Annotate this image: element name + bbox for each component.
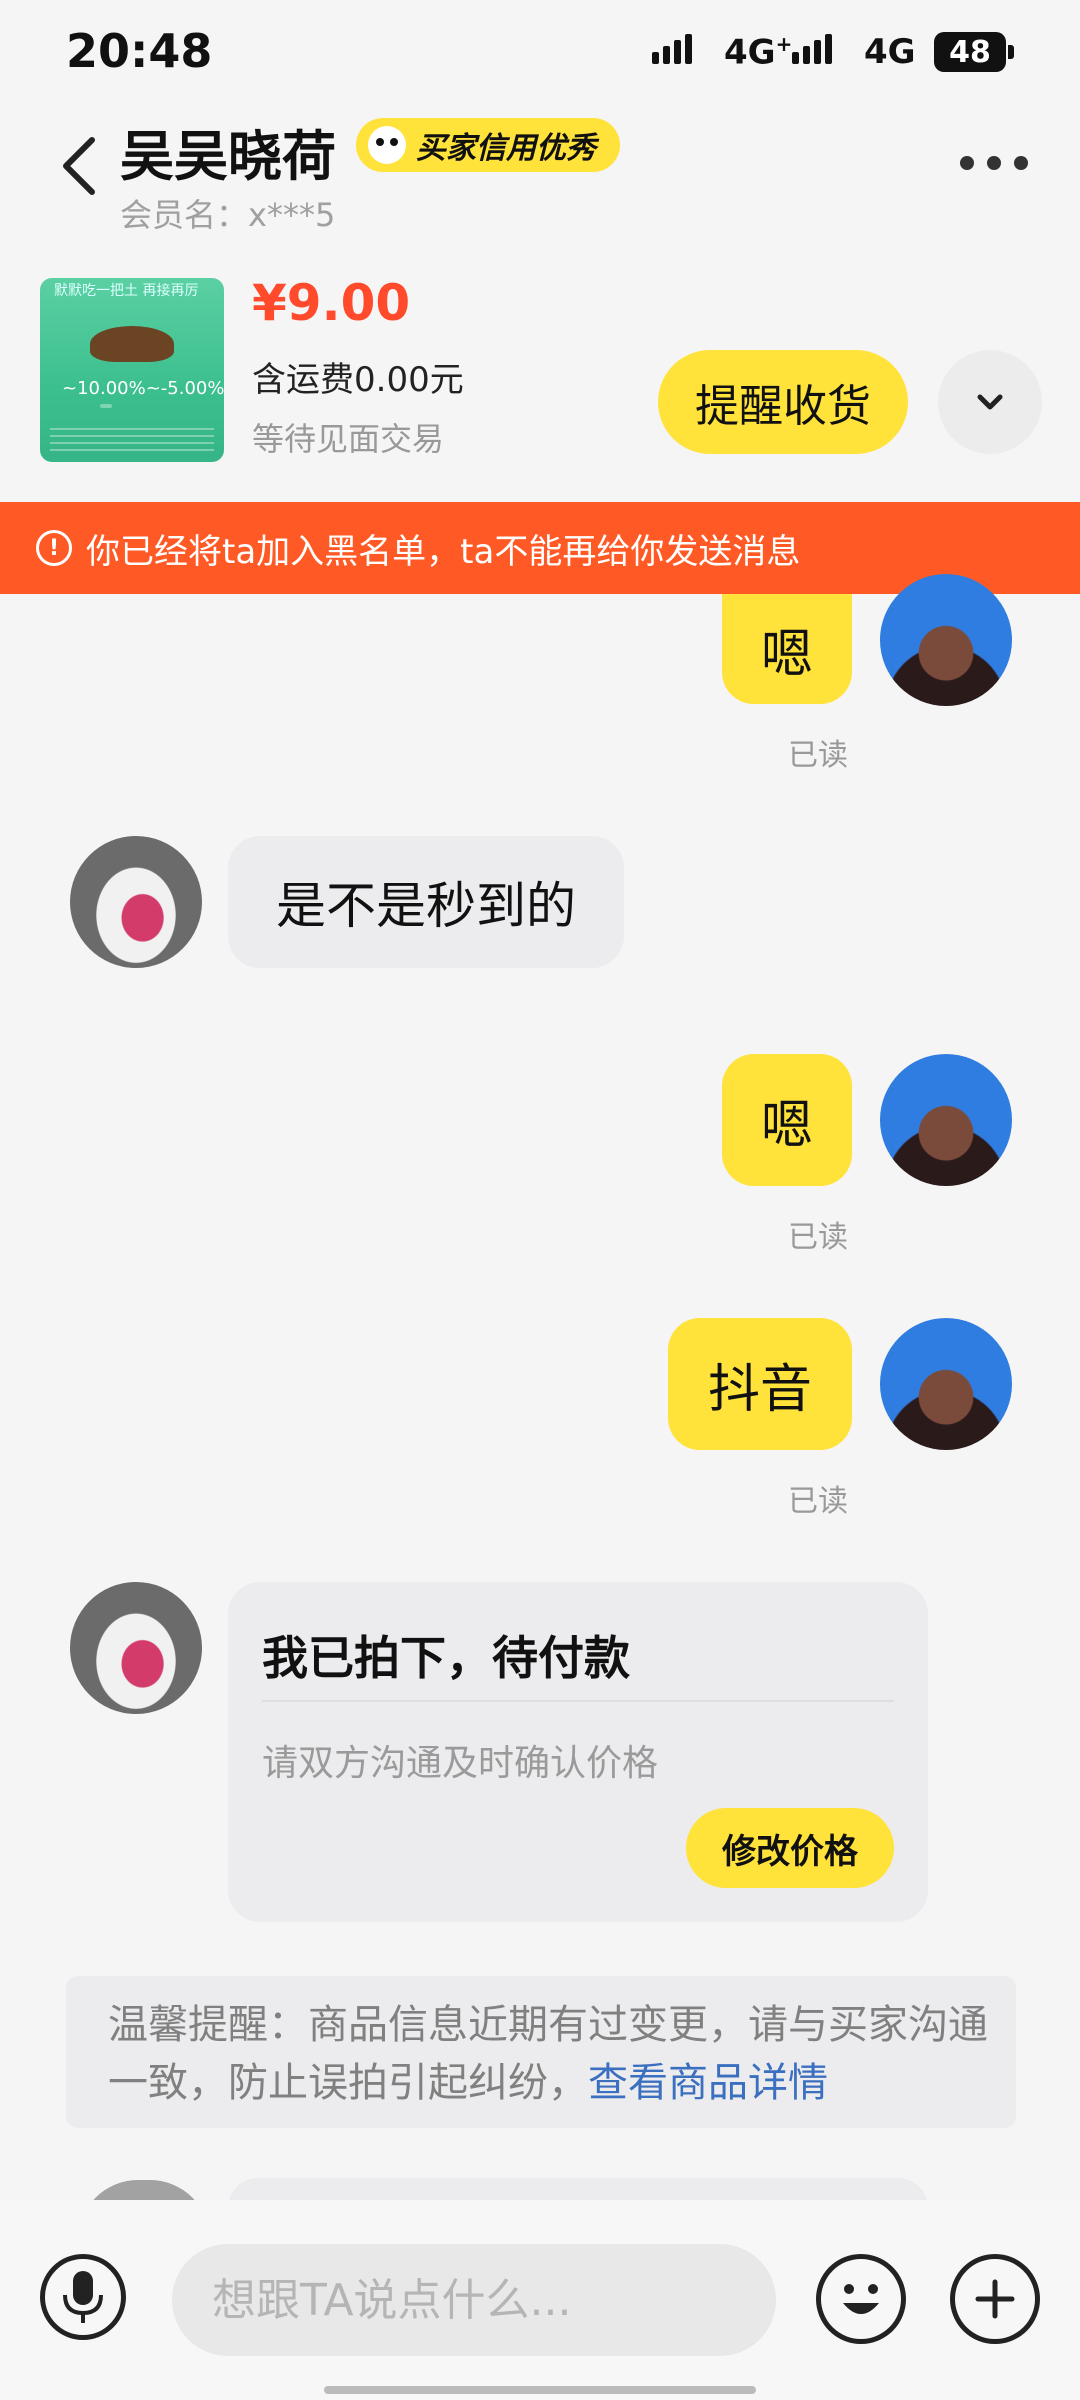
product-price: ¥9.00: [252, 274, 411, 332]
product-image-tag: [100, 404, 112, 408]
chevron-down-icon: [977, 394, 1003, 410]
product-image-percent: ~10.00%~-5.00%: [62, 378, 224, 399]
more-options-icon[interactable]: [960, 156, 1028, 170]
tip-body: 温馨提醒：商品信息近期有过变更，请与买家沟通一致，防止误拍引起纠纷，: [108, 2002, 988, 2106]
network-label-2: 4G: [864, 32, 916, 72]
modify-price-button[interactable]: 修改价格: [686, 1808, 894, 1888]
signal-icon-2: [792, 34, 832, 64]
product-image-text-lines: [50, 428, 214, 452]
emoji-icon[interactable]: [816, 2254, 906, 2344]
order-card-divider: [262, 1700, 894, 1702]
dirt-pile-graphic: [90, 326, 174, 362]
microphone-icon[interactable]: [40, 2254, 126, 2340]
order-card-title: 我已拍下，待付款: [262, 1631, 630, 1685]
network-label-1: 4G+: [724, 32, 793, 73]
credit-badge-label: 买家信用优秀: [416, 131, 596, 166]
avatar-me[interactable]: [880, 1318, 1012, 1450]
avatar-me[interactable]: [880, 574, 1012, 706]
product-image[interactable]: 默默吃一把土 再接再厉 ~10.00%~-5.00%: [40, 278, 224, 462]
member-name: 会员名：x***5: [120, 196, 336, 234]
read-receipt: 已读: [788, 738, 848, 773]
signal-icon: [652, 34, 692, 64]
expand-button[interactable]: [938, 350, 1042, 454]
order-card-subtitle: 请双方沟通及时确认价格: [262, 1743, 659, 1784]
product-image-caption: 默默吃一把土 再接再厉: [54, 283, 199, 299]
view-product-detail-link[interactable]: 查看商品详情: [588, 2060, 828, 2106]
read-receipt: 已读: [788, 1220, 848, 1255]
credit-face-icon: [368, 126, 406, 164]
tip-text: 温馨提醒：商品信息近期有过变更，请与买家沟通一致，防止误拍引起纠纷，查看商品详情: [108, 1996, 988, 2112]
avatar-other[interactable]: [70, 836, 202, 968]
battery-icon: 48: [934, 32, 1014, 72]
home-indicator[interactable]: [324, 2386, 756, 2394]
avatar-me[interactable]: [880, 1054, 1012, 1186]
alert-circle-icon: !: [36, 530, 72, 566]
read-receipt: 已读: [788, 1484, 848, 1519]
back-arrow-icon[interactable]: [54, 126, 114, 206]
remind-receipt-button[interactable]: 提醒收货: [658, 350, 908, 454]
credit-badge[interactable]: 买家信用优秀: [356, 118, 620, 172]
message-bubble-me[interactable]: 嗯: [722, 594, 852, 704]
blacklist-banner-text: 你已经将ta加入黑名单，ta不能再给你发送消息: [86, 531, 801, 572]
order-status-card[interactable]: 我已拍下，待付款 请双方沟通及时确认价格 修改价格: [228, 1582, 928, 1922]
avatar-other[interactable]: [70, 1582, 202, 1714]
message-bubble-other[interactable]: 是不是秒到的: [228, 836, 624, 968]
plus-icon[interactable]: [950, 2254, 1040, 2344]
message-bubble-me[interactable]: 嗯: [722, 1054, 852, 1186]
chat-title: 吴吴晓荷: [120, 125, 336, 188]
message-bubble-me[interactable]: 抖音: [668, 1318, 852, 1450]
tip-box: 温馨提醒：商品信息近期有过变更，请与买家沟通一致，防止误拍引起纠纷，查看商品详情: [66, 1976, 1016, 2128]
status-time: 20:48: [66, 24, 213, 78]
message-input[interactable]: [172, 2244, 776, 2356]
trade-status: 等待见面交易: [252, 420, 445, 458]
shipping-fee: 含运费0.00元: [252, 360, 464, 400]
